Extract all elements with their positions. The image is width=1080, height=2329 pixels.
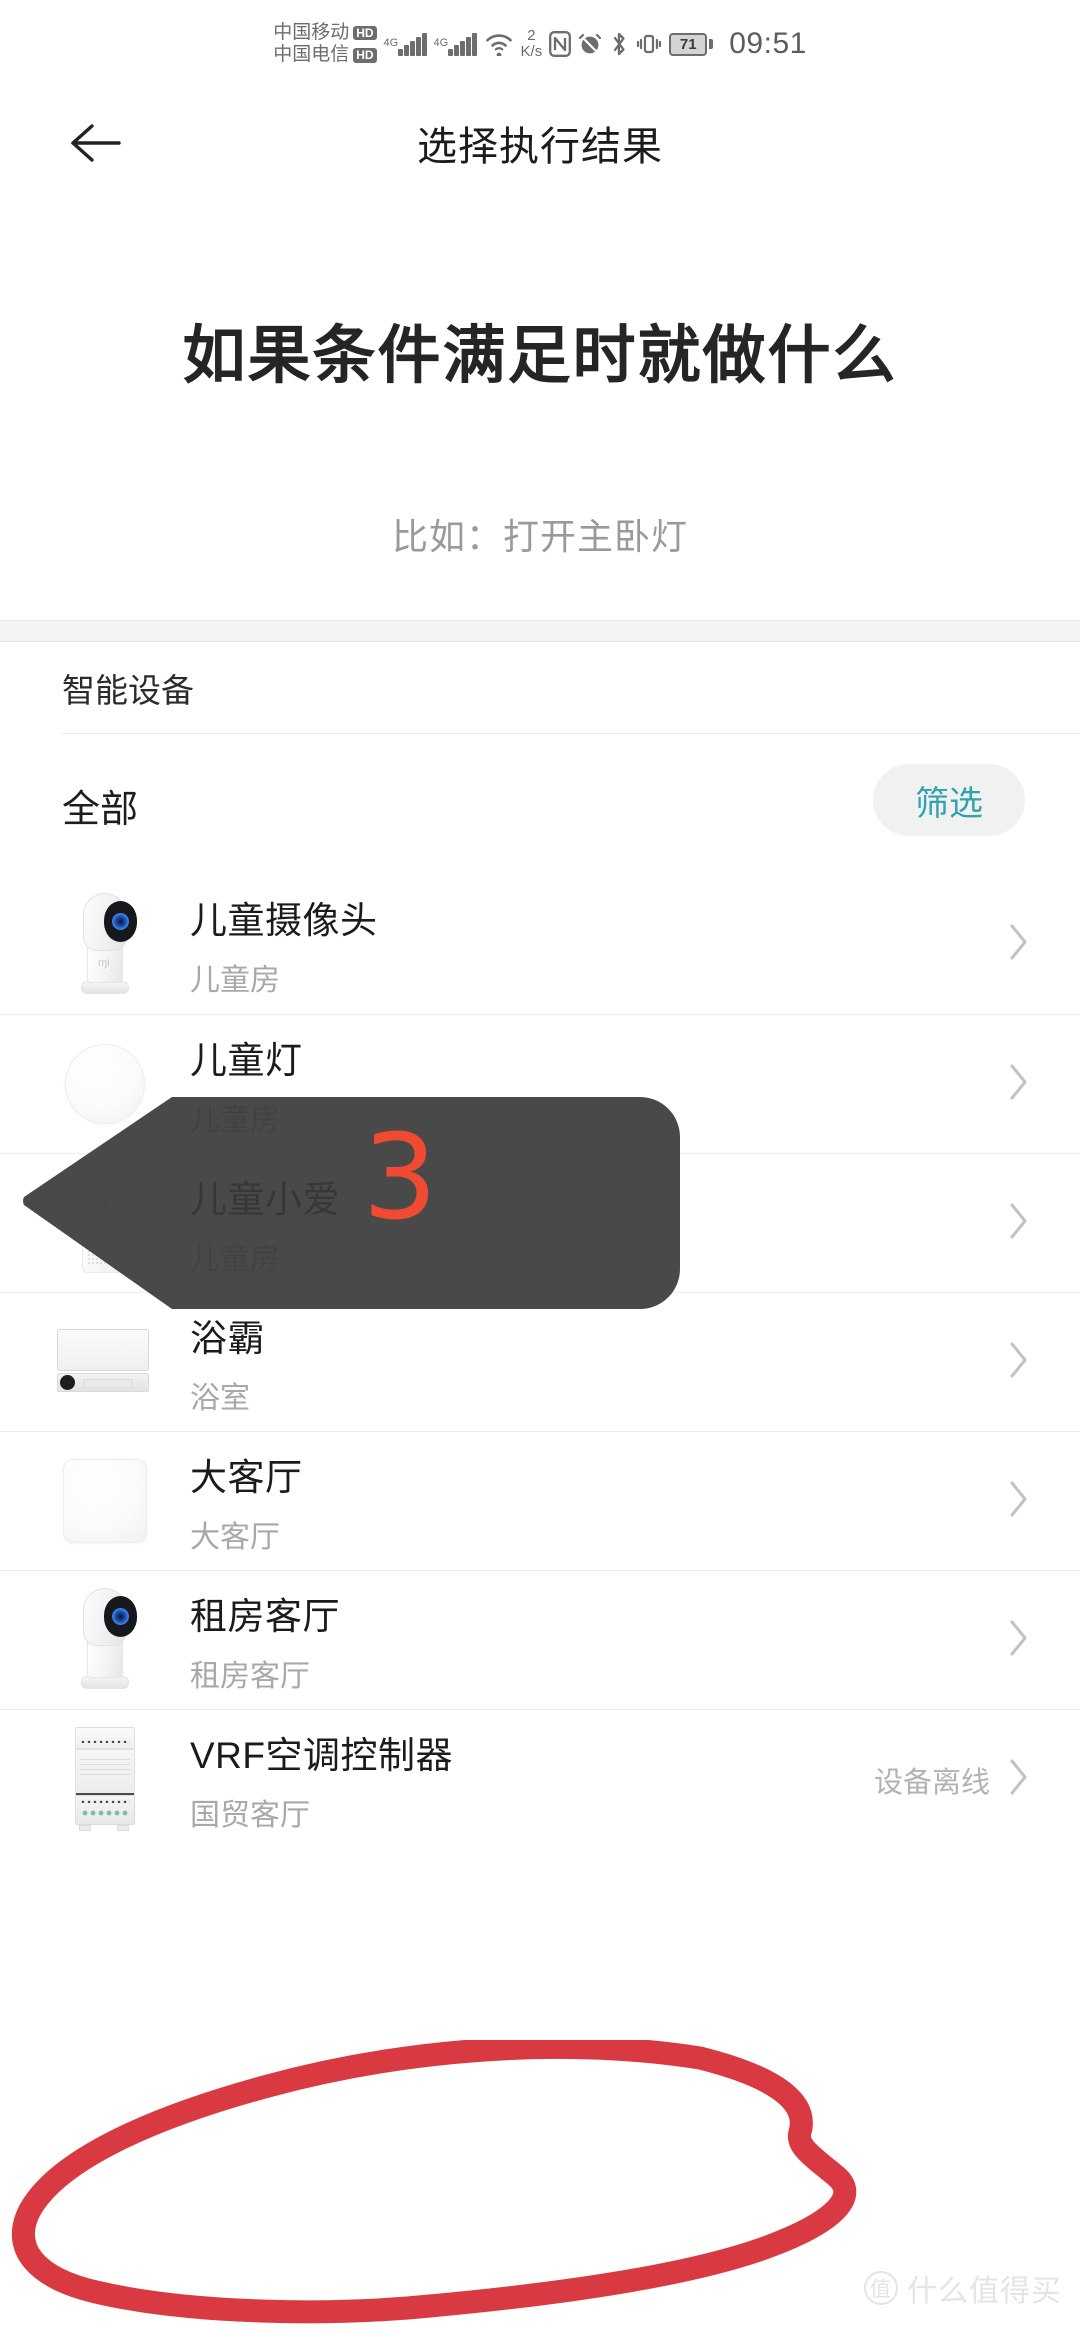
placeholder-icon [55,1446,155,1556]
status-bar: 中国移动 HD 中国电信 HD 4G 4G 2 K/s 71 09:51 [0,0,1080,88]
section-header-label: 智能设备 [62,672,194,709]
hero-title: 如果条件满足时就做什么 [182,321,898,391]
device-name: 浴霸 [190,1317,265,1359]
chevron-right-icon [1008,922,1030,967]
device-room: 国贸客厅 [190,1798,310,1832]
page-title: 选择执行结果 [417,125,663,169]
chevron-right-icon [1008,1618,1030,1663]
chevron-right-icon [1008,1340,1030,1385]
data-rate-indicator: 2 K/s [521,28,543,60]
watermark: 值 什么值得买 [864,2266,1062,2310]
data-rate-value: 2 [527,27,536,45]
list-item[interactable]: 儿童小爱 儿童房 [0,1153,1080,1292]
hd-badge-primary: HD [353,25,377,41]
list-item[interactable]: VRF空调控制器 国贸客厅 设备离线 [0,1709,1080,1848]
carrier-primary-label: 中国移动 [273,21,350,43]
camera-icon [55,1585,155,1695]
chevron-right-icon [1008,1757,1030,1802]
list-item[interactable]: ɱi 儿童摄像头 儿童房 [0,875,1080,1014]
device-room: 大客厅 [190,1520,280,1554]
list-item[interactable]: 租房客厅 租房客厅 [0,1570,1080,1709]
carrier-names: 中国移动 HD 中国电信 HD [273,21,377,67]
clock: 09:51 [729,27,807,60]
section-divider [0,620,1080,642]
battery-icon: 71 [669,32,714,56]
device-name: 儿童灯 [190,1039,303,1081]
chevron-right-icon [1008,1062,1030,1107]
hero-subtitle: 比如：打开主卧灯 [391,516,688,557]
lamp-icon [55,1029,155,1139]
hairline-divider [62,733,1080,734]
watermark-text: 什么值得买 [907,2275,1062,2308]
wifi-icon [484,32,514,56]
filter-button[interactable]: 筛选 [873,764,1025,836]
list-item[interactable]: 大客厅 大客厅 [0,1431,1080,1570]
device-room: 儿童房 [190,1103,280,1137]
hd-badge-secondary: HD [353,47,377,63]
list-item[interactable]: 儿童灯 儿童房 [0,1014,1080,1153]
section-header: 智能设备 [0,642,1080,734]
battery-percent: 71 [669,32,708,56]
network-type-primary: 4G [383,36,399,49]
device-name: VRF空调控制器 [190,1734,453,1776]
device-status: 设备离线 [873,1766,990,1799]
list-item[interactable]: 浴霸 浴室 [0,1292,1080,1431]
speaker-icon [55,1168,155,1278]
bath-heater-icon [55,1307,155,1417]
camera-icon: ɱi [55,890,155,1000]
chevron-right-icon [1008,1201,1030,1246]
device-room: 租房客厅 [190,1659,310,1693]
battery-cap [709,39,714,49]
device-name: 儿童摄像头 [190,900,378,941]
data-rate-unit: K/s [520,43,543,60]
device-room: 儿童房 [190,1242,280,1276]
signal-bars-primary-icon: 4G [383,32,427,56]
chevron-right-icon [1008,1479,1030,1524]
device-name: 大客厅 [190,1456,303,1498]
signal-bars-secondary-icon: 4G [433,32,477,56]
device-name: 儿童小爱 [190,1178,340,1220]
bluetooth-icon [609,31,629,57]
nfc-icon [549,31,572,57]
nav-bar: 选择执行结果 [0,88,1080,198]
alarm-mute-icon [578,31,602,57]
filter-all-label[interactable]: 全部 [62,778,138,833]
device-room: 浴室 [190,1381,250,1415]
device-room: 儿童房 [190,964,280,997]
filter-row: 全部 筛选 [0,735,1080,875]
controller-module-icon [55,1724,155,1834]
watermark-logo: 值 [864,2271,898,2305]
device-list: ɱi 儿童摄像头 儿童房 儿童灯 儿童房 儿童小爱 儿童房 浴霸 浴室 大客厅 … [0,875,1080,1848]
vibrate-icon [636,31,662,57]
network-type-secondary: 4G [433,36,449,49]
device-name: 租房客厅 [190,1595,340,1637]
carrier-secondary-label: 中国电信 [273,44,350,65]
